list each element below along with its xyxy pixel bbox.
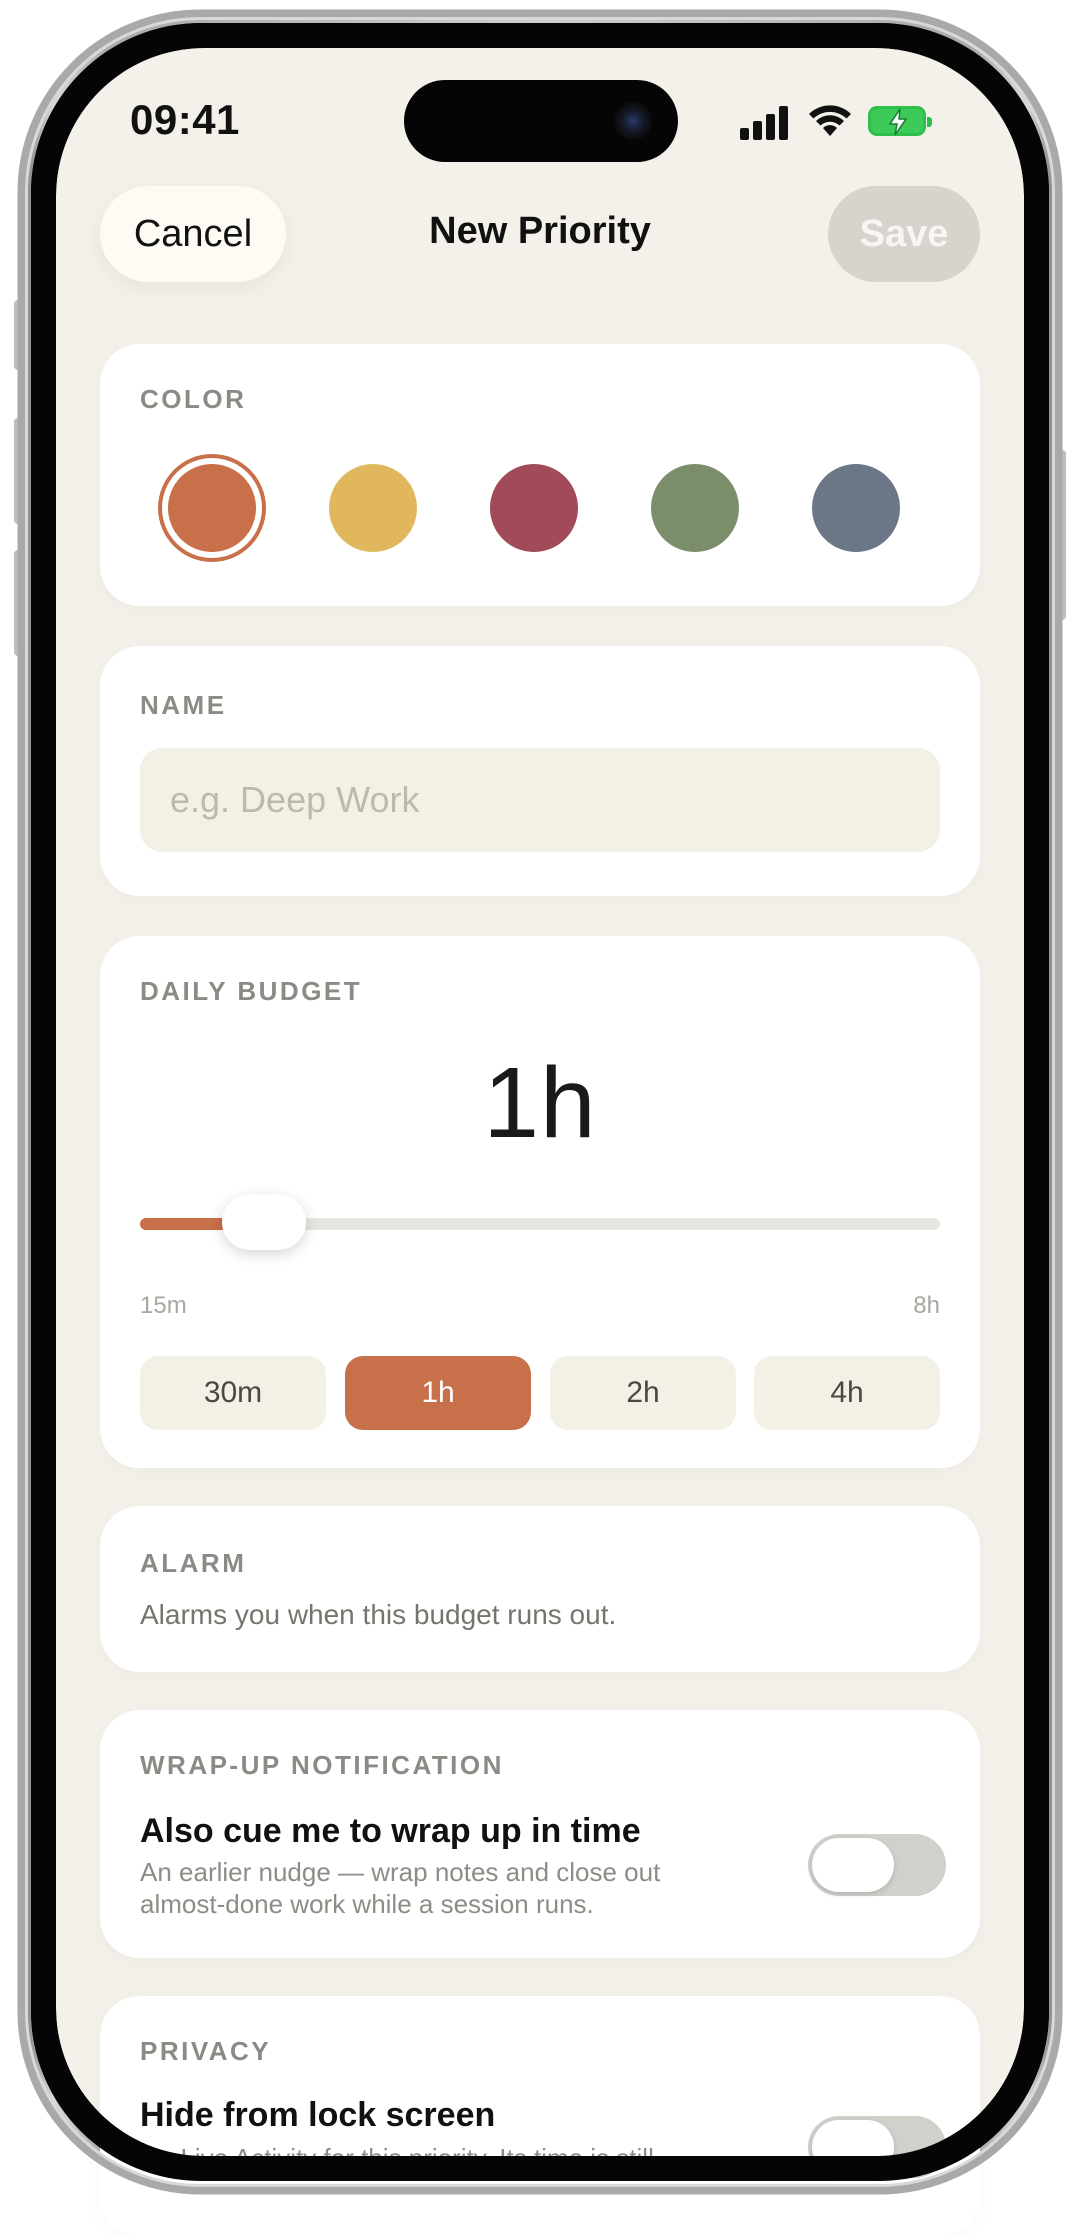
daily-budget-label: DAILY BUDGET [140, 976, 363, 1006]
privacy-subtitle: No Live Activity for this priority. Its … [140, 2143, 654, 2173]
color-swatch-orange[interactable] [168, 464, 256, 552]
dynamic-island [404, 80, 678, 162]
save-button[interactable]: Save [828, 186, 980, 282]
name-card: NAME [100, 646, 980, 896]
preset-button[interactable]: 4h [754, 1356, 940, 1430]
slider-min-label: 15m [140, 1292, 187, 1319]
color-swatch-red[interactable] [490, 464, 578, 552]
privacy-label: PRIVACY [140, 2036, 272, 2066]
preset-button[interactable]: 30m [140, 1356, 326, 1430]
preset-button[interactable]: 1h [345, 1356, 531, 1430]
color-card: COLOR [100, 344, 980, 606]
color-swatch-green[interactable] [651, 464, 739, 552]
camera-icon [614, 102, 652, 140]
name-input[interactable] [140, 748, 940, 852]
preset-button[interactable]: 2h [550, 1356, 736, 1430]
wrap-up-label: WRAP-UP NOTIFICATION [140, 1750, 504, 1780]
signal-icon [740, 106, 790, 140]
wrap-up-card: WRAP-UP NOTIFICATION Also cue me to wrap… [100, 1710, 980, 1958]
battery-charging-icon [868, 106, 932, 136]
privacy-card: PRIVACY Hide from lock screen No Live Ac… [100, 1996, 980, 2236]
toggle-knob [812, 1838, 894, 1892]
alarm-label: ALARM [140, 1548, 247, 1578]
color-swatch-yellow[interactable] [329, 464, 417, 552]
privacy-title: Hide from lock screen [140, 2096, 496, 2134]
status-time: 09:41 [130, 96, 240, 143]
wrap-up-title: Also cue me to wrap up in time [140, 1812, 641, 1850]
toggle-knob [812, 2120, 894, 2174]
slider-max-label: 8h [913, 1292, 940, 1319]
daily-budget-card: DAILY BUDGET 1h 15m 8h 30m 1h 2h 4h [100, 936, 980, 1468]
wrap-up-subtitle: An earlier nudge — wrap notes and close … [140, 1857, 661, 1919]
privacy-toggle[interactable] [808, 2116, 946, 2178]
alarm-description: Alarms you when this budget runs out. [140, 1599, 617, 1630]
budget-slider-thumb[interactable] [222, 1194, 306, 1250]
wrap-up-toggle[interactable] [808, 1834, 946, 1896]
budget-value: 1h [483, 1047, 597, 1159]
alarm-card[interactable]: ALARM Alarms you when this budget runs o… [100, 1506, 980, 1672]
color-swatch-slate[interactable] [812, 464, 900, 552]
color-label: COLOR [140, 384, 247, 414]
wifi-icon [809, 105, 851, 136]
budget-slider-fill [140, 1218, 228, 1230]
cancel-button[interactable]: Cancel [100, 186, 286, 282]
name-label: NAME [140, 690, 227, 720]
page-title: New Priority [429, 210, 651, 252]
